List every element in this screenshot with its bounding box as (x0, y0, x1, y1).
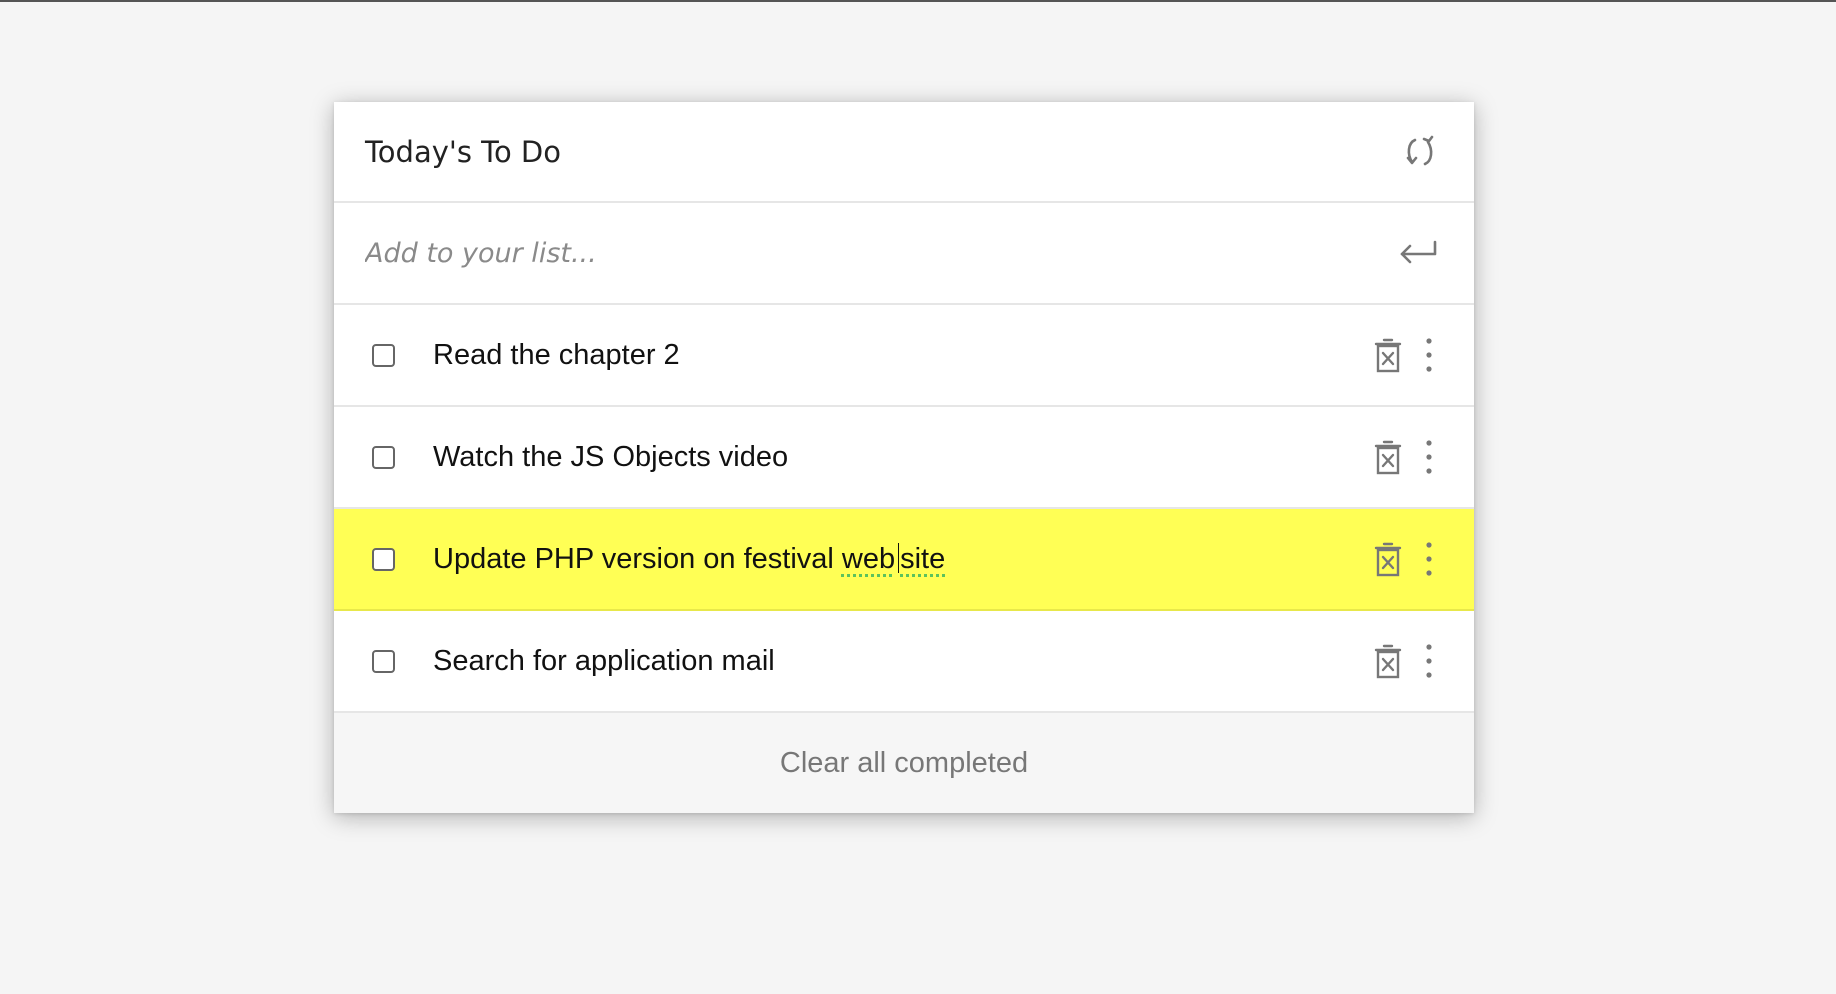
add-item-row (334, 203, 1474, 305)
todo-header: Today's To Do (334, 102, 1474, 203)
item-checkbox[interactable] (372, 445, 395, 469)
window-top-border (0, 0, 1836, 2)
page-title: Today's To Do (365, 134, 561, 169)
item-text[interactable]: Search for application mail (433, 645, 1374, 678)
item-actions (1374, 439, 1434, 475)
todo-item: Read the chapter 2 (334, 305, 1474, 407)
todo-item-editing: Update PHP version on festival web site (334, 509, 1474, 611)
item-actions (1374, 541, 1434, 577)
item-checkbox[interactable] (372, 343, 395, 367)
trash-icon[interactable] (1374, 439, 1402, 475)
item-text-editing[interactable]: Update PHP version on festival web site (433, 542, 1374, 576)
item-actions (1374, 337, 1434, 373)
item-text[interactable]: Watch the JS Objects video (433, 441, 1374, 474)
more-vertical-icon[interactable] (1424, 439, 1434, 475)
enter-icon[interactable] (1398, 238, 1438, 268)
item-text-part: Update PHP version on festival (433, 542, 842, 575)
todo-card: Today's To Do Read the chapter 2 (334, 102, 1474, 813)
misspelled-word: web (841, 542, 896, 575)
more-vertical-icon[interactable] (1424, 337, 1434, 373)
trash-icon[interactable] (1374, 643, 1402, 679)
refresh-icon[interactable] (1402, 134, 1438, 170)
item-text[interactable]: Read the chapter 2 (433, 339, 1374, 372)
todo-item: Search for application mail (334, 611, 1474, 713)
item-checkbox[interactable] (372, 547, 395, 571)
trash-icon[interactable] (1374, 541, 1402, 577)
add-item-input[interactable] (365, 237, 1265, 269)
more-vertical-icon[interactable] (1424, 643, 1434, 679)
item-actions (1374, 643, 1434, 679)
todo-item: Watch the JS Objects video (334, 407, 1474, 509)
more-vertical-icon[interactable] (1424, 541, 1434, 577)
item-checkbox[interactable] (372, 649, 395, 673)
trash-icon[interactable] (1374, 337, 1402, 373)
misspelled-word: site (900, 542, 946, 575)
todo-footer: Clear all completed (334, 713, 1474, 813)
text-caret (898, 542, 900, 573)
clear-completed-button[interactable]: Clear all completed (780, 747, 1028, 780)
